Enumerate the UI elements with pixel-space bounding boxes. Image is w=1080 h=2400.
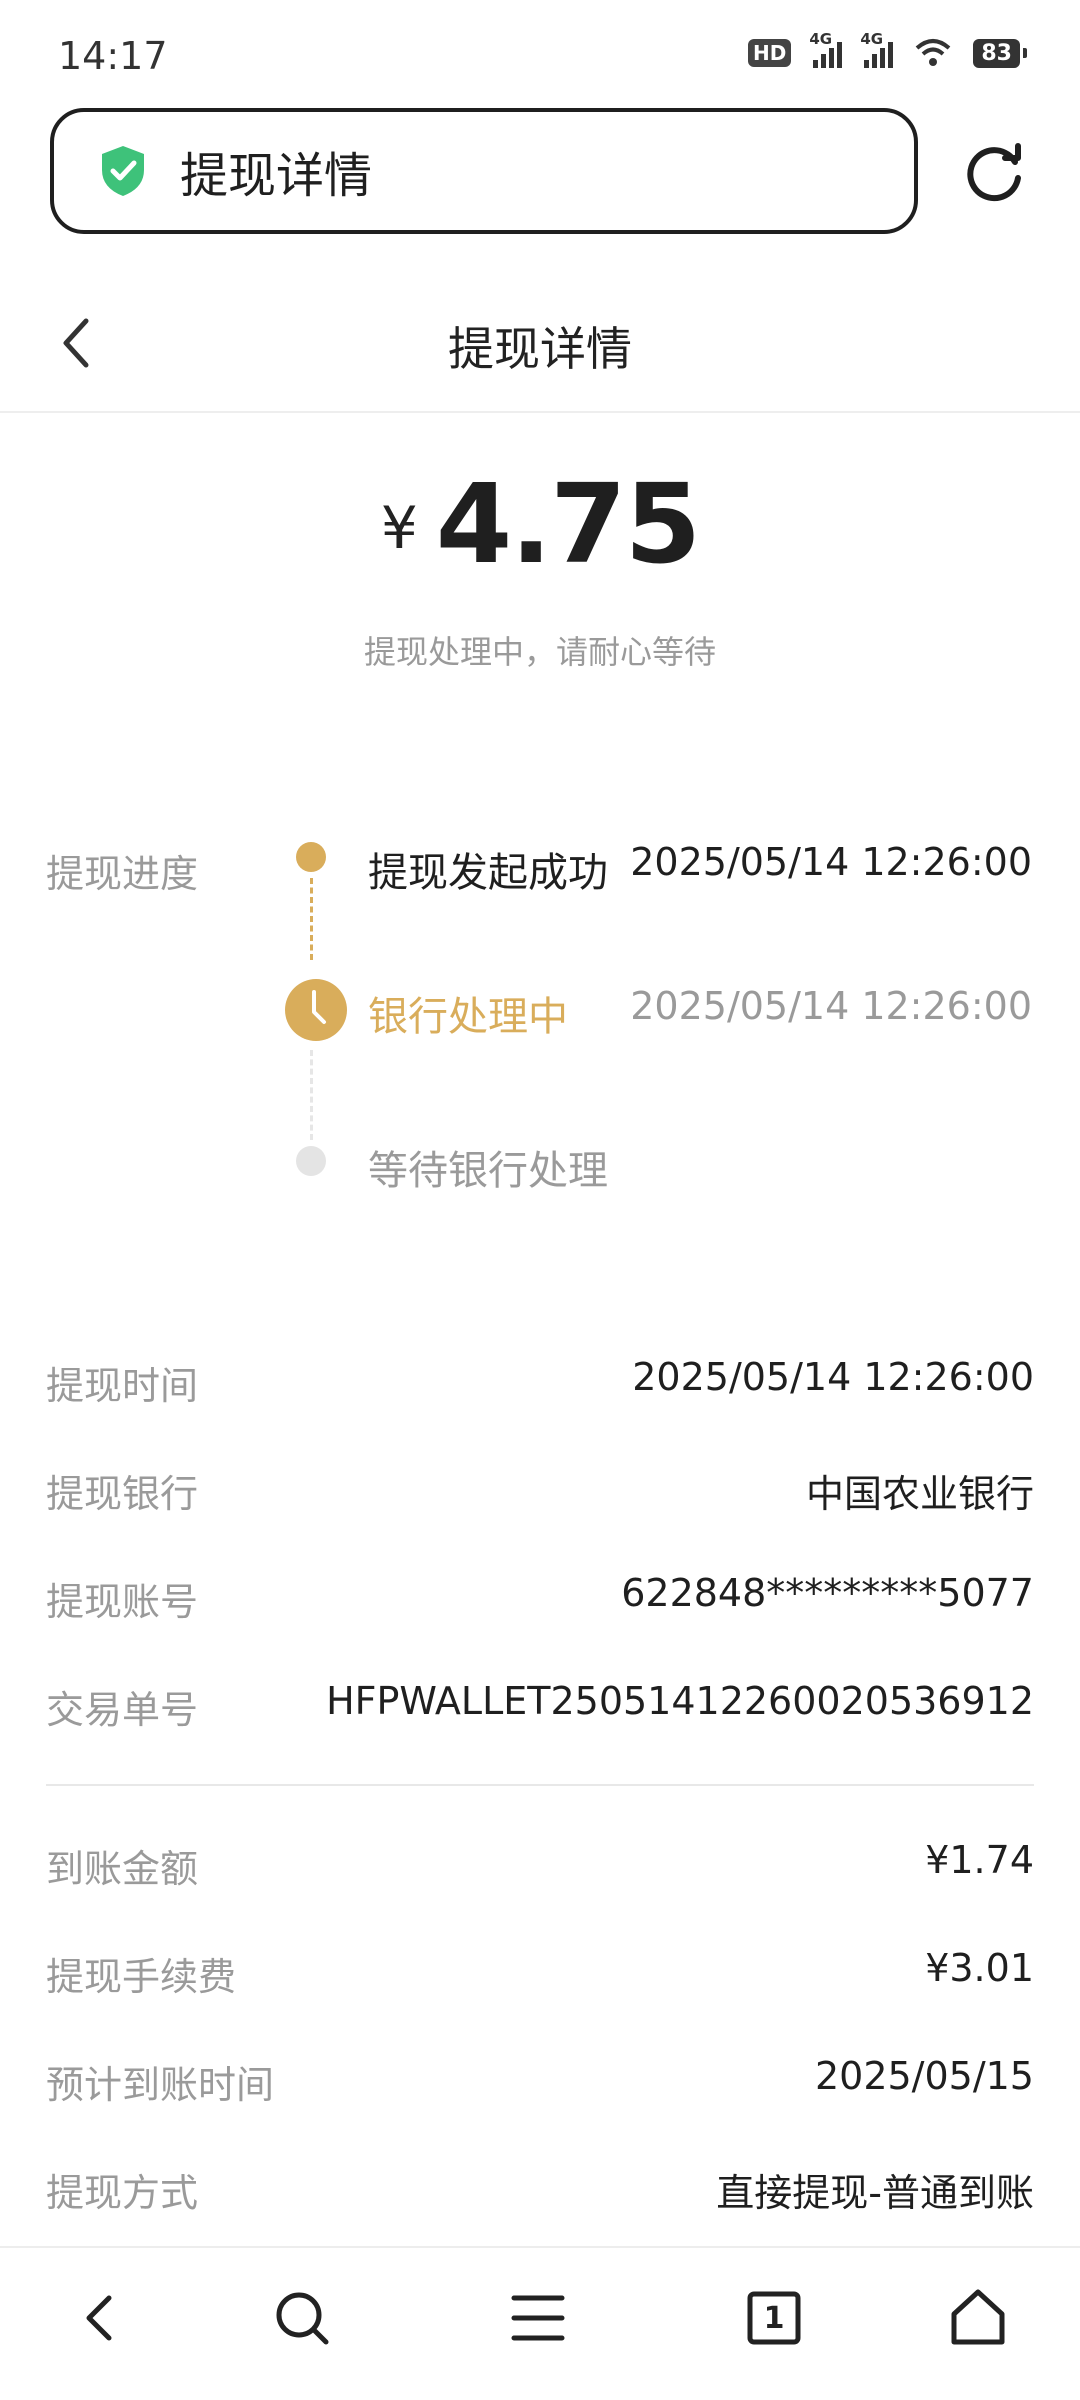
page-title: 提现详情: [448, 322, 632, 376]
fee-value: 直接提现-普通到账: [716, 2171, 1034, 2215]
detail-label: 提现银行: [46, 1472, 199, 1516]
detail-label: 提现时间: [46, 1364, 199, 1408]
address-bar[interactable]: 提现详情: [50, 108, 918, 234]
withdrawal-detail-page: 14:17 HD 4G 4G 83 提现详情 提现详情 ¥ 4.75 提现处理中…: [0, 0, 1080, 2400]
amount-currency: ¥: [380, 494, 418, 562]
menu-icon: [511, 2295, 565, 2341]
detail-value: 622848*********5077: [621, 1571, 1034, 1615]
detail-label: 交易单号: [46, 1688, 199, 1732]
section-divider: [46, 1784, 1034, 1786]
step-title-2: 银行处理中: [368, 994, 568, 1040]
page-header: 提现详情: [0, 275, 1080, 413]
detail-label: 提现账号: [46, 1580, 199, 1624]
shield-check-icon: [102, 146, 144, 196]
nav-menu-button[interactable]: [498, 2278, 578, 2358]
nav-back-button[interactable]: [60, 2278, 140, 2358]
step-time-1: 2025/05/14 12:26:00: [630, 840, 1032, 884]
signal-icon-1: 4G: [809, 30, 843, 68]
status-text: 提现处理中，请耐心等待: [363, 633, 716, 671]
fee-value: ¥1.74: [925, 1838, 1034, 1882]
fee-label: 提现方式: [46, 2171, 199, 2215]
status-bar: 14:17 HD 4G 4G 83: [0, 0, 1080, 100]
progress-line-done: [310, 878, 313, 960]
signal-icon-2: 4G: [860, 30, 894, 68]
step-pending-dot: [296, 1146, 326, 1176]
fee-label: 预计到账时间: [46, 2063, 275, 2107]
fee-label: 提现手续费: [46, 1955, 237, 1999]
progress-label: 提现进度: [46, 852, 199, 896]
search-icon: [276, 2292, 329, 2345]
fee-row: 到账金额 ¥1.74: [46, 1838, 1034, 1898]
nav-tabs-button[interactable]: 1: [734, 2278, 814, 2358]
back-icon: [86, 2295, 112, 2341]
detail-value: HFPWALLET2505141226002053691​2: [326, 1679, 1034, 1723]
fee-row: 提现方式 直接提现-普通到账: [46, 2162, 1034, 2222]
detail-value: 中国农业银行: [805, 1472, 1034, 1516]
hd-icon: HD: [748, 39, 792, 67]
fee-row: 提现手续费 ¥3.01: [46, 1946, 1034, 2006]
amount-value: 4.75: [435, 460, 701, 588]
step-done-dot: [296, 842, 326, 872]
progress-line-pending: [310, 1050, 313, 1140]
fee-value: ¥3.01: [925, 1946, 1034, 1990]
detail-row: 提现账号 622848*********5077: [46, 1571, 1034, 1631]
step-title-3: 等待银行处理: [368, 1148, 608, 1194]
bottom-nav: 1: [0, 2248, 1080, 2400]
home-icon: [951, 2289, 1005, 2345]
detail-value: 2025/05/14 12:26:00: [632, 1355, 1034, 1399]
clock-icon: [285, 979, 347, 1041]
detail-row: 提现时间 2025/05/14 12:26:00: [46, 1355, 1034, 1415]
network-label-2: 4G: [860, 30, 884, 48]
amount-display: ¥4.75: [0, 460, 1080, 588]
wifi-icon: [916, 39, 951, 66]
reload-icon[interactable]: [960, 140, 1030, 210]
status-time: 14:17: [58, 34, 168, 78]
step-title-1: 提现发起成功: [368, 850, 608, 896]
fee-label: 到账金额: [46, 1847, 199, 1891]
address-title: 提现详情: [180, 148, 373, 204]
detail-row: 交易单号 HFPWALLET2505141226002053691​2: [46, 1679, 1034, 1739]
nav-search-button[interactable]: [262, 2278, 342, 2358]
status-icons: HD 4G 4G 83: [748, 30, 1027, 68]
tab-count: 1: [763, 2300, 785, 2336]
fee-value: 2025/05/15: [814, 2054, 1034, 2098]
detail-row: 提现银行 中国农业银行: [46, 1463, 1034, 1523]
network-label-1: 4G: [809, 30, 833, 48]
fee-row: 预计到账时间 2025/05/15: [46, 2054, 1034, 2114]
step-time-2: 2025/05/14 12:26:00: [630, 984, 1032, 1028]
nav-home-button[interactable]: [938, 2278, 1018, 2358]
battery-icon: 83: [973, 38, 1027, 68]
